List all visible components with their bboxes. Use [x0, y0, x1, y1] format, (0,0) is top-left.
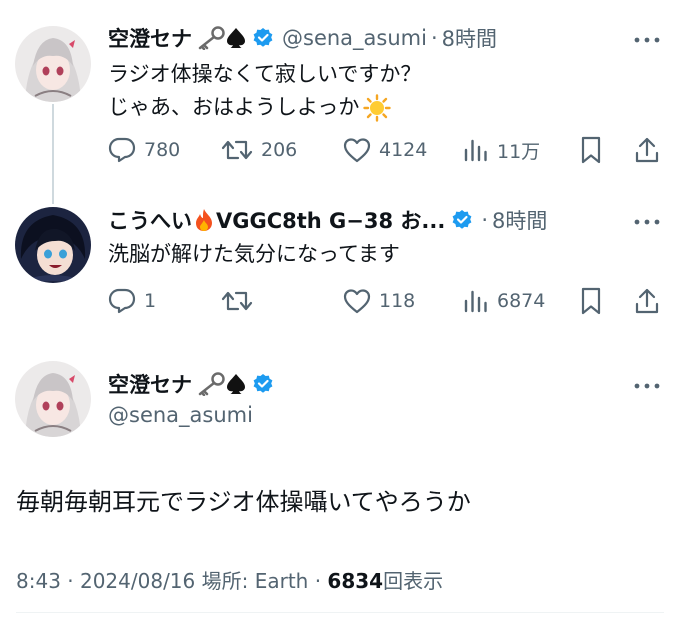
tweet-header: こうへい VGGC8th G−38 お... · 8時間 — [108, 206, 547, 234]
share-icon — [635, 137, 659, 163]
reply-button[interactable]: 780 — [108, 133, 180, 167]
spade-icon — [226, 27, 246, 49]
tweet-header: 空澄セナ @sena_asumi · 8時間 — [108, 24, 497, 52]
like-button[interactable]: 118 — [343, 284, 415, 318]
timestamp[interactable]: 8時間 — [492, 205, 547, 235]
views-button[interactable]: 6874 — [463, 284, 545, 318]
like-button[interactable]: 4124 — [343, 133, 427, 167]
retweet-count: 206 — [261, 139, 298, 161]
reply-button[interactable]: 1 — [108, 284, 156, 318]
display-name[interactable]: 空澄セナ — [108, 23, 192, 53]
verified-badge-icon — [451, 209, 473, 231]
timestamp[interactable]: 8時間 — [442, 23, 497, 53]
like-count: 4124 — [379, 139, 428, 161]
sun-icon — [363, 93, 392, 122]
view-count: 6834 — [327, 569, 384, 593]
avatar[interactable] — [15, 207, 91, 283]
display-name[interactable]: 空澄セナ — [108, 369, 192, 399]
reply-icon — [108, 137, 136, 163]
reply-count: 1 — [144, 290, 157, 312]
main-tweet-text: 毎朝毎朝耳元でラジオ体操囁いてやろうか — [16, 488, 471, 516]
verified-badge-icon — [252, 373, 274, 395]
divider — [16, 612, 664, 613]
key-icon — [196, 372, 226, 396]
reply-icon — [108, 288, 136, 314]
separator-dot: · — [430, 26, 438, 50]
more-icon[interactable] — [630, 30, 664, 50]
tweet-meta: 8:43 · 2024/08/16 場所: Earth · 6834回表示 — [16, 565, 443, 594]
verified-badge-icon — [252, 27, 274, 49]
separator-dot: · — [481, 208, 489, 232]
user-handle[interactable]: @sena_asumi — [282, 26, 427, 50]
tweet-text: ラジオ体操なくて寂しいですか？ じゃあ、おはようしよっか — [108, 58, 421, 124]
tweet-text: 洗脳が解けた気分になってます — [108, 238, 400, 271]
tweet-text-line: 洗脳が解けた気分になってます — [108, 242, 400, 266]
like-count: 118 — [379, 290, 416, 312]
avatar[interactable] — [15, 361, 91, 437]
share-button[interactable] — [634, 133, 668, 167]
tweet-actions: 1 118 6874 — [108, 284, 668, 318]
views-count: 11万 — [497, 140, 541, 163]
key-icon — [196, 26, 226, 50]
user-handle[interactable]: @sena_asumi — [108, 403, 253, 427]
display-name[interactable]: こうへい — [108, 205, 192, 235]
views-icon — [464, 290, 487, 313]
tweet-text-line: じゃあ、おはようしよっか — [108, 95, 360, 119]
more-icon[interactable] — [630, 376, 664, 396]
bookmark-button[interactable] — [580, 284, 610, 318]
tweet-actions: 780 206 4124 11万 — [108, 133, 668, 167]
tweet-timestamp-location[interactable]: 8:43 · 2024/08/16 場所: Earth · — [16, 569, 327, 593]
avatar[interactable] — [15, 26, 91, 102]
main-tweet-header: 空澄セナ — [108, 370, 282, 398]
reply-count: 780 — [144, 139, 181, 161]
bookmark-button[interactable] — [580, 133, 610, 167]
like-icon — [343, 289, 371, 314]
tweet-text-line: ラジオ体操なくて寂しいですか？ — [108, 62, 422, 86]
views-button[interactable]: 11万 — [463, 133, 540, 167]
view-count-label: 回表示 — [383, 569, 444, 593]
thread-line — [52, 104, 54, 204]
bookmark-icon — [581, 136, 601, 164]
retweet-button[interactable] — [221, 284, 261, 318]
bookmark-icon — [581, 287, 601, 315]
retweet-icon — [221, 140, 253, 160]
views-icon — [464, 139, 487, 162]
views-count: 6874 — [497, 290, 546, 312]
display-name-suffix[interactable]: VGGC8th G−38 お... — [216, 205, 445, 235]
share-button[interactable] — [634, 284, 668, 318]
share-icon — [635, 288, 659, 314]
fire-icon — [194, 208, 214, 232]
retweet-button[interactable]: 206 — [221, 133, 297, 167]
retweet-icon — [221, 291, 253, 311]
like-icon — [343, 138, 371, 163]
more-icon[interactable] — [630, 212, 664, 232]
spade-icon — [226, 373, 246, 395]
